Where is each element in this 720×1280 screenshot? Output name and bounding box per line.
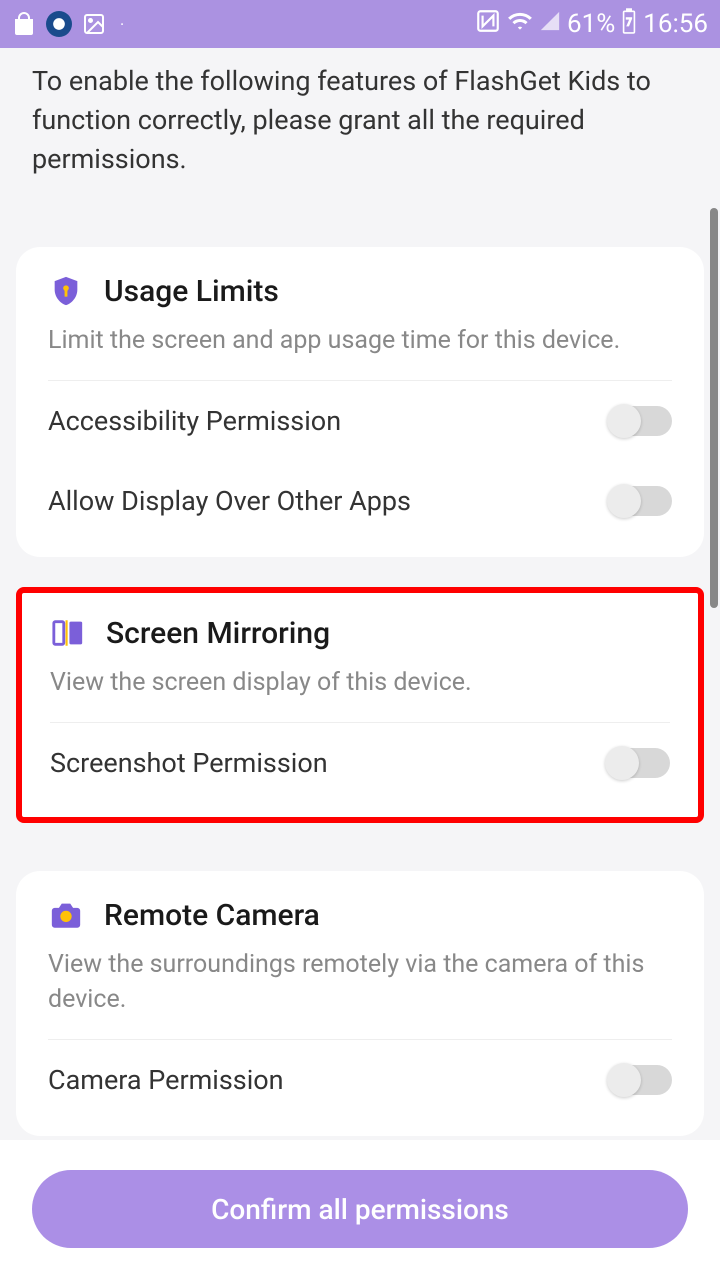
card-description: View the surroundings remotely via the c…	[48, 947, 672, 1040]
perm-label: Camera Permission	[48, 1064, 284, 1096]
signal-icon	[539, 9, 561, 39]
card-remote-camera: Remote Camera View the surroundings remo…	[16, 871, 704, 1136]
card-title: Screen Mirroring	[106, 616, 330, 651]
perm-camera[interactable]: Camera Permission	[48, 1040, 672, 1120]
bag-icon	[12, 12, 36, 36]
card-usage-limits: Usage Limits Limit the screen and app us…	[16, 247, 704, 557]
toggle-display-over[interactable]	[610, 486, 672, 516]
intro-text: To enable the following features of Flas…	[0, 48, 720, 199]
card-header: Remote Camera	[48, 897, 672, 933]
card-header: Screen Mirroring	[50, 615, 670, 651]
perm-label: Screenshot Permission	[50, 747, 328, 779]
camera-icon	[48, 897, 84, 933]
bottom-bar: Confirm all permissions	[0, 1140, 720, 1280]
nfc-icon	[475, 8, 501, 41]
battery-percent: 61%	[567, 9, 615, 39]
status-left-icons: ·	[12, 11, 124, 37]
svg-text:7: 7	[627, 17, 633, 28]
mirror-icon	[50, 615, 86, 651]
perm-label: Accessibility Permission	[48, 405, 341, 437]
content-scroll: Usage Limits Limit the screen and app us…	[0, 247, 720, 1226]
perm-label: Allow Display Over Other Apps	[48, 485, 411, 517]
dot-icon: ·	[120, 15, 124, 34]
clock-time: 16:56	[643, 9, 708, 39]
battery-icon: 7	[621, 8, 637, 41]
shield-icon	[48, 273, 84, 309]
status-bar: · 61% 7 16:56	[0, 0, 720, 48]
status-right: 61% 7 16:56	[475, 8, 708, 41]
scrollbar[interactable]	[710, 208, 718, 608]
perm-display-over[interactable]: Allow Display Over Other Apps	[48, 461, 672, 541]
perm-accessibility[interactable]: Accessibility Permission	[48, 381, 672, 461]
toggle-accessibility[interactable]	[610, 406, 672, 436]
toggle-camera[interactable]	[610, 1065, 672, 1095]
perm-screenshot[interactable]: Screenshot Permission	[50, 723, 670, 803]
card-header: Usage Limits	[48, 273, 672, 309]
card-description: Limit the screen and app usage time for …	[48, 323, 672, 381]
card-title: Usage Limits	[104, 274, 279, 309]
toggle-screenshot[interactable]	[608, 748, 670, 778]
card-description: View the screen display of this device.	[50, 665, 670, 723]
confirm-all-button[interactable]: Confirm all permissions	[32, 1170, 688, 1248]
app-icon	[46, 11, 72, 37]
card-screen-mirroring: Screen Mirroring View the screen display…	[16, 587, 704, 823]
card-title: Remote Camera	[104, 898, 320, 933]
wifi-icon	[507, 8, 533, 41]
gallery-icon	[82, 12, 106, 36]
